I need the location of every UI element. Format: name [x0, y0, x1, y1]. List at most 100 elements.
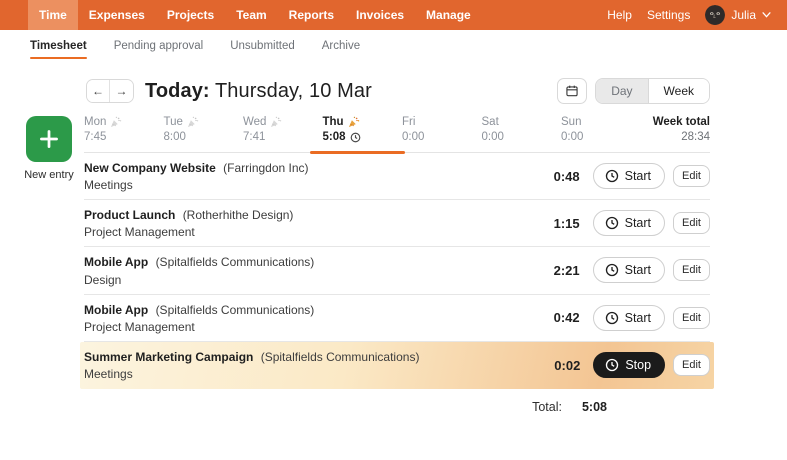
- entry-task: Design: [84, 273, 532, 287]
- edit-button[interactable]: Edit: [673, 212, 710, 234]
- start-timer-button[interactable]: Start: [593, 210, 665, 236]
- entry-project: Product Launch: [84, 208, 175, 222]
- clock-icon: [605, 263, 619, 277]
- tab[interactable]: Timesheet: [30, 30, 87, 61]
- entry-project: Summer Marketing Campaign: [84, 350, 253, 364]
- edit-button[interactable]: Edit: [673, 307, 710, 329]
- new-entry-button[interactable]: [26, 116, 72, 162]
- settings-link[interactable]: Settings: [647, 8, 690, 22]
- day-toggle[interactable]: Day: [596, 79, 648, 103]
- day-name: Mon: [84, 116, 164, 128]
- entry-info: New Company Website (Farringdon Inc) Mee…: [84, 160, 532, 192]
- entry-time: 2:21: [532, 263, 580, 278]
- entry-info: Mobile App (Spitalfields Communications)…: [84, 254, 532, 286]
- view-controls: Day Week: [557, 78, 710, 104]
- topnav-item[interactable]: Time: [28, 0, 78, 30]
- entry-client: (Spitalfields Communications): [261, 350, 420, 364]
- entry-time: 0:48: [532, 169, 580, 184]
- next-day-button[interactable]: →: [110, 80, 133, 102]
- tab[interactable]: Pending approval: [114, 30, 204, 61]
- start-timer-button[interactable]: Start: [593, 257, 665, 283]
- user-menu[interactable]: Julia: [705, 5, 771, 25]
- day-name: Tue: [164, 116, 244, 128]
- entry-info: Summer Marketing Campaign (Spitalfields …: [84, 349, 532, 381]
- edit-button[interactable]: Edit: [673, 354, 710, 376]
- entry-time: 0:42: [532, 310, 580, 325]
- page-title: Today: Thursday, 10 Mar: [145, 80, 372, 103]
- timer-button-label: Stop: [625, 358, 651, 372]
- day-column[interactable]: Sat 0:00: [482, 116, 562, 152]
- week-total: Week total 28:34: [653, 116, 710, 152]
- topnav-item[interactable]: Invoices: [345, 0, 415, 30]
- topnav-item[interactable]: Manage: [415, 0, 482, 30]
- week-total-label: Week total: [653, 116, 710, 128]
- week-toggle[interactable]: Week: [649, 79, 709, 103]
- entry-title: Summer Marketing Campaign (Spitalfields …: [84, 349, 532, 365]
- topbar-right: Help Settings Julia: [607, 0, 787, 30]
- timer-button-label: Start: [625, 169, 651, 183]
- tab[interactable]: Unsubmitted: [230, 30, 295, 61]
- chevron-down-icon: [762, 12, 771, 18]
- week-strip: Mon 7:45 Tue: [84, 116, 710, 153]
- day-total-row: Total: 5:08: [84, 389, 710, 414]
- user-name: Julia: [731, 8, 756, 22]
- topnav-item[interactable]: Reports: [278, 0, 345, 30]
- entry-project: Mobile App: [84, 255, 148, 269]
- today-label: Today:: [145, 80, 210, 102]
- entry-title: Product Launch (Rotherhithe Design): [84, 207, 532, 223]
- topnav-item-label: Manage: [426, 8, 471, 22]
- day-column[interactable]: Thu 5:08: [323, 116, 403, 152]
- topnav-item[interactable]: Team: [225, 0, 277, 30]
- entry-row: Product Launch (Rotherhithe Design) Proj…: [84, 200, 710, 247]
- day-name: Thu: [323, 116, 403, 128]
- entry-task: Meetings: [84, 367, 532, 381]
- day-column[interactable]: Wed 7:41: [243, 116, 323, 152]
- topnav-item-label: Projects: [167, 8, 214, 22]
- entry-task: Project Management: [84, 225, 532, 239]
- day-hours: 8:00: [164, 131, 244, 143]
- timer-button-label: Start: [625, 216, 651, 230]
- day-total-value: 5:08: [582, 400, 607, 414]
- topnav-item[interactable]: Expenses: [78, 0, 156, 30]
- day-name: Fri: [402, 116, 482, 128]
- day-total-label: Total:: [532, 400, 562, 414]
- entry-title: Mobile App (Spitalfields Communications): [84, 302, 532, 318]
- start-timer-button[interactable]: Start: [593, 163, 665, 189]
- topnav-item[interactable]: Projects: [156, 0, 225, 30]
- top-navigation-bar: Time Expenses Projects Team ReportsInvoices M…: [0, 0, 787, 30]
- stop-timer-button[interactable]: Stop: [593, 352, 665, 378]
- party-popper-icon: [110, 116, 122, 128]
- previous-day-button[interactable]: ←: [87, 80, 110, 102]
- timesheet-main: New entry Mon 7:45 Tue: [0, 116, 787, 414]
- tab-label: Timesheet: [30, 40, 87, 52]
- entry-project: Mobile App: [84, 303, 148, 317]
- edit-button[interactable]: Edit: [673, 259, 710, 281]
- entry-task: Project Management: [84, 320, 532, 334]
- new-entry: New entry: [16, 116, 82, 181]
- topnav-item-label: Expenses: [89, 8, 145, 22]
- entry-row: Mobile App (Spitalfields Communications)…: [84, 247, 710, 294]
- calendar-button[interactable]: [557, 78, 587, 104]
- entry-client: (Rotherhithe Design): [183, 208, 294, 222]
- entry-task: Meetings: [84, 178, 532, 192]
- day-hours: 0:00: [402, 131, 482, 143]
- timer-button-label: Start: [625, 311, 651, 325]
- day-column[interactable]: Mon 7:45: [84, 116, 164, 152]
- day-column[interactable]: Tue 8:00: [164, 116, 244, 152]
- day-column[interactable]: Sun 0:00: [561, 116, 641, 152]
- tab[interactable]: Archive: [322, 30, 360, 61]
- new-entry-label: New entry: [16, 169, 82, 181]
- day-hours: 7:41: [243, 131, 323, 143]
- main-nav: Time Expenses Projects Team ReportsInvoices M…: [28, 0, 482, 30]
- entry-info: Mobile App (Spitalfields Communications)…: [84, 302, 532, 334]
- edit-button[interactable]: Edit: [673, 165, 710, 187]
- entry-client: (Farringdon Inc): [223, 161, 308, 175]
- entry-client: (Spitalfields Communications): [156, 255, 315, 269]
- day-column[interactable]: Fri 0:00: [402, 116, 482, 152]
- day-week-toggle: Day Week: [595, 78, 710, 104]
- date-nav-arrows: ← →: [86, 79, 134, 103]
- help-link[interactable]: Help: [607, 8, 632, 22]
- start-timer-button[interactable]: Start: [593, 305, 665, 331]
- timer-button-label: Start: [625, 263, 651, 277]
- topnav-item-label: Team: [236, 8, 266, 22]
